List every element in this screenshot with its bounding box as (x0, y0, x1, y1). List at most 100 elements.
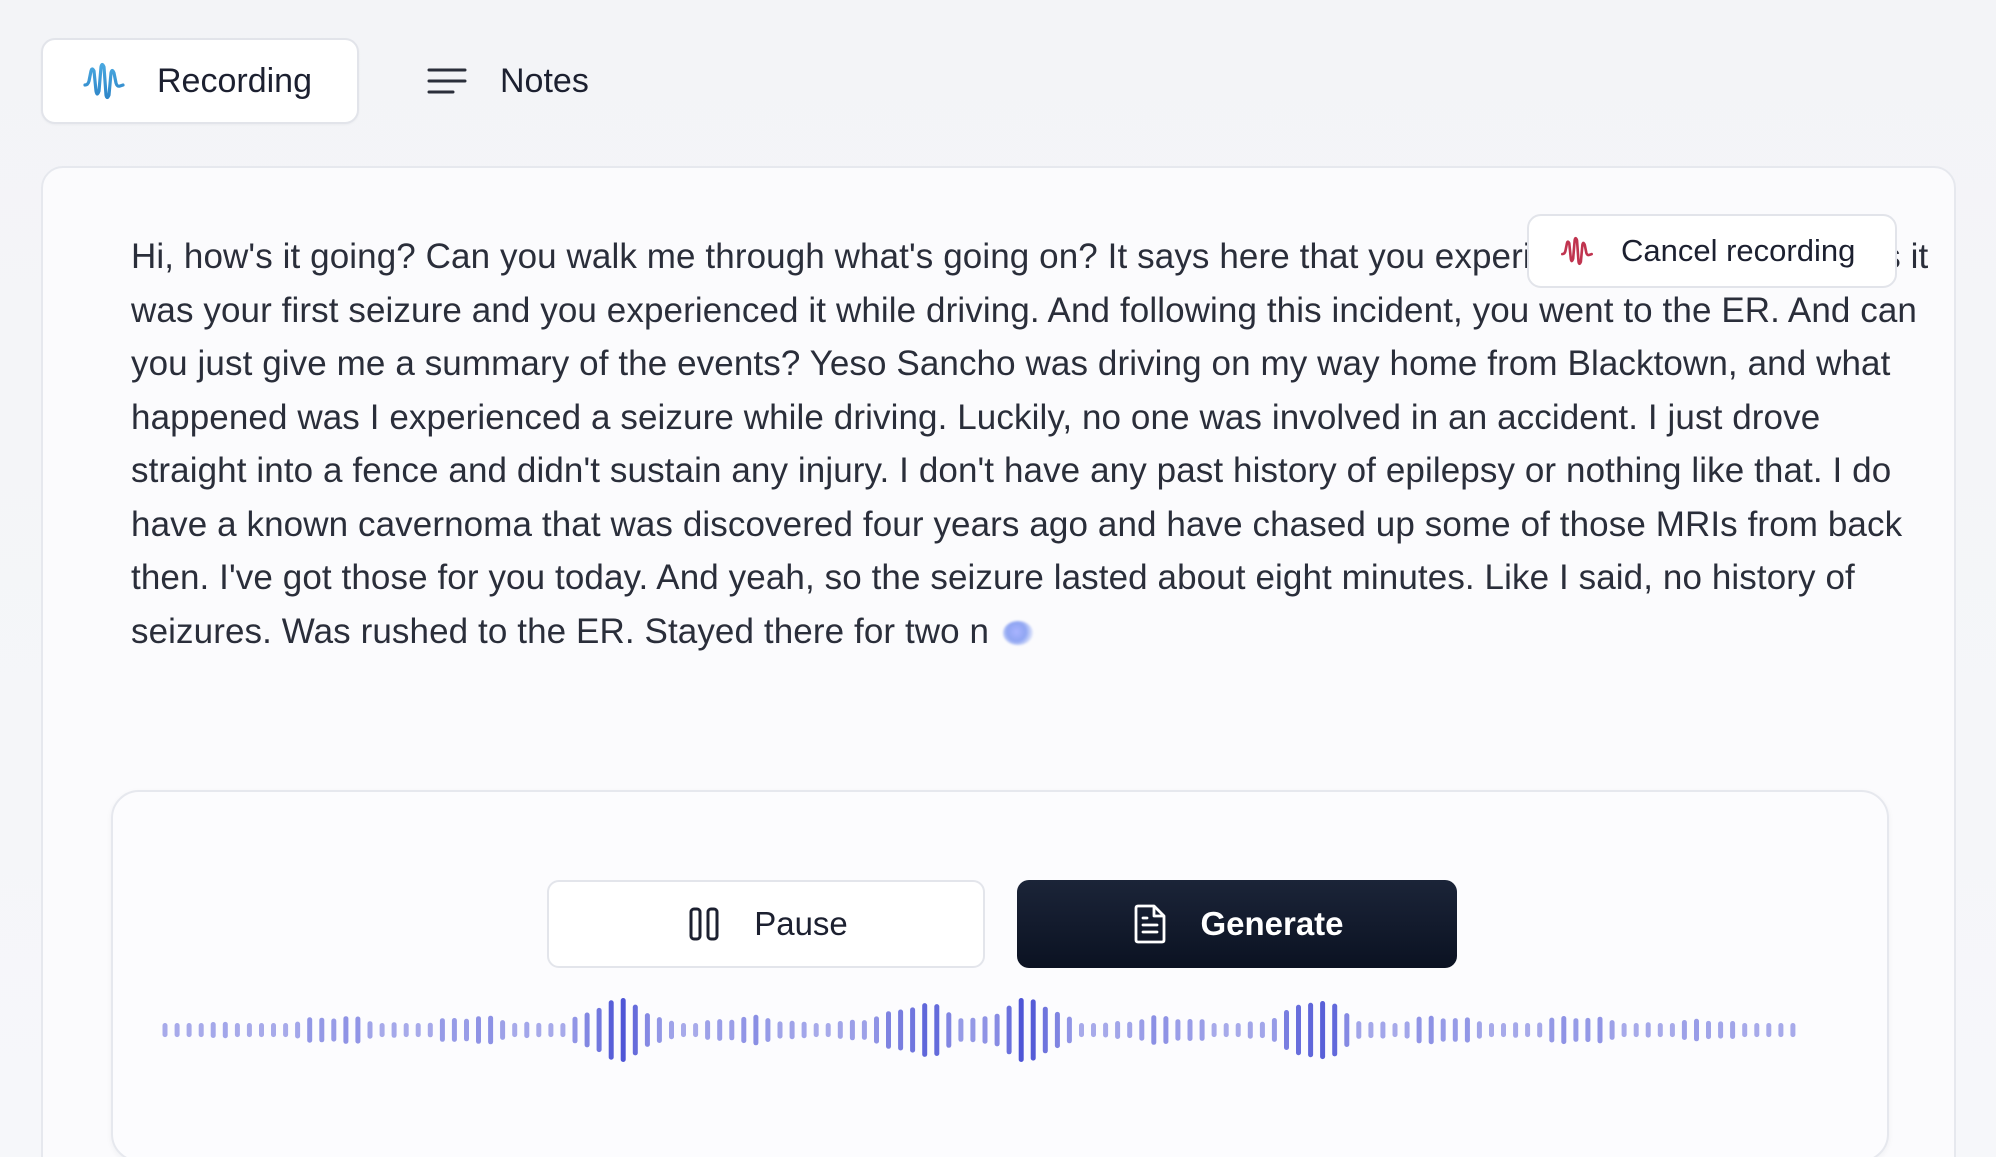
waveform-bar (1320, 1001, 1326, 1060)
waveform-bar (1235, 1023, 1241, 1038)
transcript-card: Hi, how's it going? Can you walk me thro… (41, 166, 1956, 1157)
pause-label: Pause (754, 905, 848, 942)
waveform-bar (1115, 1021, 1121, 1039)
waveform-bar (536, 1022, 542, 1038)
waveform-bar (1597, 1016, 1603, 1044)
waveform-bar (717, 1019, 723, 1041)
waveform-bar (1790, 1023, 1796, 1038)
waveform-bar (1573, 1018, 1579, 1042)
waveform-bar (934, 1004, 940, 1056)
waveform-bar (922, 1003, 928, 1057)
tab-notes-label: Notes (500, 61, 589, 100)
waveform-bar (958, 1018, 964, 1042)
waveform-bar (1440, 1018, 1446, 1042)
waveform-bar (198, 1023, 204, 1038)
waveform-bar (1151, 1015, 1157, 1045)
waveform-icon (81, 58, 127, 104)
waveform-bar (1657, 1023, 1663, 1038)
transcript-text-block: Hi, how's it going? Can you walk me thro… (131, 230, 1931, 658)
waveform-bar (391, 1022, 397, 1038)
waveform-bar (548, 1023, 554, 1038)
waveform-bar (1380, 1021, 1386, 1039)
generate-button[interactable]: Generate (1017, 880, 1457, 968)
waveform-bar (1681, 1020, 1687, 1040)
waveform-bar (656, 1017, 662, 1043)
waveform-bar (1489, 1023, 1494, 1038)
waveform-bar (813, 1023, 819, 1038)
waveform-bar (1284, 1010, 1289, 1050)
waveform-bar (994, 1013, 1000, 1047)
waveform-bar (464, 1018, 469, 1042)
waveform-bar (355, 1016, 361, 1044)
waveform-bar (1356, 1021, 1362, 1039)
waveform-bar (1525, 1023, 1531, 1038)
waveform-bar (259, 1023, 264, 1038)
waveform-bar (849, 1019, 855, 1041)
waveform-bar (403, 1023, 409, 1038)
typing-indicator (1003, 621, 1034, 646)
waveform-bar (1621, 1023, 1627, 1038)
waveform-bar (886, 1011, 891, 1049)
waveform-bar (1368, 1021, 1374, 1039)
waveform-bar (1730, 1021, 1736, 1039)
waveform-bar (1271, 1018, 1277, 1042)
waveform-bar (500, 1020, 506, 1040)
waveform-bar (283, 1023, 289, 1038)
waveform-bar (415, 1023, 421, 1038)
waveform-bar (801, 1021, 807, 1039)
waveform-bar (1718, 1021, 1724, 1039)
waveform-bar (1404, 1021, 1410, 1039)
waveform-bar (476, 1016, 481, 1044)
waveform-bar (777, 1021, 783, 1039)
waveform-bar (222, 1021, 228, 1039)
waveform-bar (1091, 1023, 1096, 1038)
tab-recording-label: Recording (157, 61, 312, 100)
waveform-bar (439, 1018, 445, 1042)
waveform-bar (1476, 1021, 1482, 1039)
waveform-bar (1163, 1016, 1169, 1044)
waveform-bar (427, 1022, 433, 1038)
waveform-bar (295, 1021, 301, 1039)
waveform-bar (584, 1012, 590, 1048)
waveform-bar (1561, 1016, 1567, 1045)
document-icon (1130, 904, 1170, 944)
waveform-bar (1139, 1019, 1145, 1041)
waveform-bar (982, 1016, 988, 1044)
waveform-bar (620, 998, 626, 1062)
pause-button[interactable]: Pause (547, 880, 985, 968)
waveform-bar (246, 1023, 252, 1038)
waveform-bar (1006, 1005, 1012, 1055)
waveform-bar (174, 1023, 180, 1038)
waveform-bar (874, 1016, 879, 1044)
waveform-bar (1344, 1013, 1350, 1047)
waveform-bar (1296, 1004, 1301, 1056)
waveform-bar (1332, 1003, 1338, 1057)
tab-notes[interactable]: Notes (400, 38, 620, 124)
waveform-bar (1247, 1021, 1253, 1039)
waveform-bar (729, 1019, 735, 1041)
waveform-bar (1066, 1016, 1072, 1044)
waveform-bar (1392, 1023, 1398, 1038)
waveform-bar (1042, 1006, 1048, 1054)
cancel-recording-button[interactable]: Cancel recording (1527, 214, 1897, 288)
waveform-bar (319, 1017, 325, 1043)
waveform-bar (1513, 1022, 1519, 1038)
waveform-bar (234, 1023, 240, 1038)
tab-recording[interactable]: Recording (41, 38, 359, 124)
cancel-recording-label: Cancel recording (1621, 233, 1856, 268)
generate-label: Generate (1200, 905, 1344, 942)
waveform-bar (1127, 1021, 1133, 1039)
recording-controls-panel: Pause Generate (111, 790, 1889, 1157)
waveform-bar (910, 1007, 916, 1053)
waveform-bar (1079, 1023, 1084, 1038)
waveform-bar (331, 1018, 337, 1042)
waveform-bar (186, 1023, 192, 1038)
waveform-bar (608, 1000, 614, 1060)
waveform-bar (1742, 1023, 1748, 1038)
waveform-bar (1054, 1011, 1060, 1049)
waveform-bar (343, 1016, 349, 1044)
waveform-bar (1766, 1023, 1772, 1038)
waveform-bar (765, 1018, 771, 1042)
waveform-bar (741, 1016, 747, 1044)
waveform-bar (1175, 1019, 1181, 1041)
